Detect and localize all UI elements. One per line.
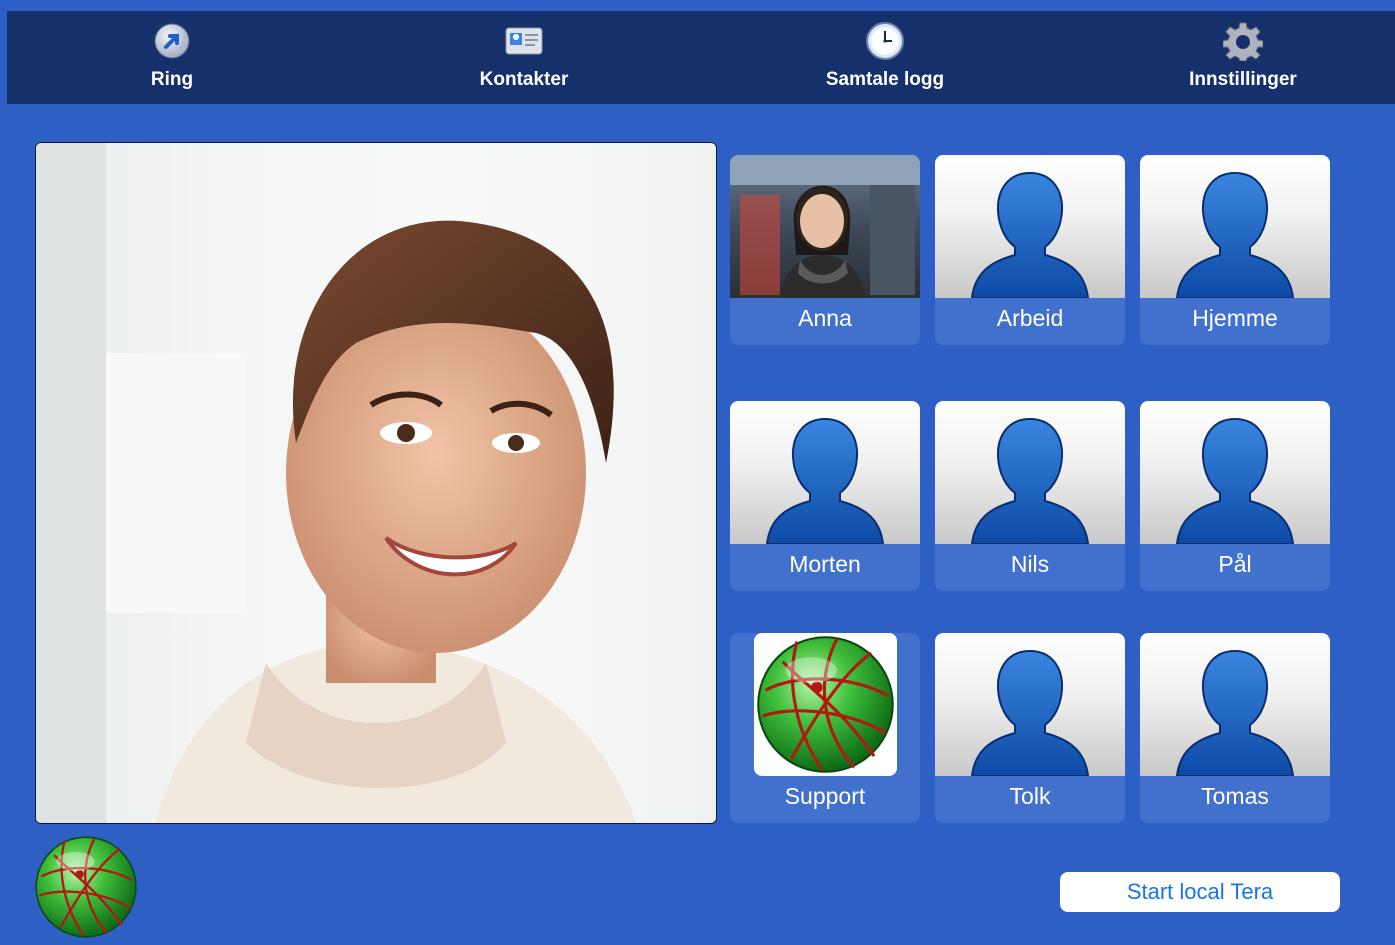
tab-samtale-logg[interactable]: Samtale logg — [775, 11, 995, 104]
contact-name: Arbeid — [996, 305, 1064, 331]
contact-tile-pal[interactable]: Pål — [1140, 401, 1330, 591]
contact-photo — [730, 155, 920, 298]
remote-caller-image — [36, 143, 636, 823]
contact-tile-hjemme[interactable]: Hjemme — [1140, 155, 1330, 345]
person-silhouette-icon — [935, 155, 1125, 298]
clock-icon — [865, 21, 905, 61]
person-silhouette-icon — [935, 401, 1125, 544]
person-silhouette-icon — [730, 401, 920, 544]
contact-tile-nils[interactable]: Nils — [935, 401, 1125, 591]
tab-samtale-logg-label: Samtale logg — [825, 69, 945, 90]
contact-name: Nils — [1010, 551, 1050, 577]
contact-name: Support — [784, 783, 866, 809]
tab-ring-label: Ring — [150, 69, 194, 90]
contact-name: Pål — [1218, 551, 1252, 577]
contact-name: Anna — [798, 305, 852, 331]
person-silhouette-icon — [1140, 633, 1330, 776]
app-globe-logo-icon[interactable] — [33, 834, 139, 940]
contact-name: Morten — [789, 551, 861, 577]
contact-name: Hjemme — [1192, 305, 1278, 331]
tab-innstillinger[interactable]: Innstillinger — [1133, 11, 1353, 104]
contact-tile-tolk[interactable]: Tolk — [935, 633, 1125, 823]
contact-tile-morten[interactable]: Morten — [730, 401, 920, 591]
remote-video-feed — [35, 142, 717, 824]
contact-name: Tomas — [1201, 783, 1269, 809]
contact-name: Tolk — [1009, 783, 1051, 809]
call-arrow-icon — [152, 21, 192, 61]
person-silhouette-icon — [1140, 155, 1330, 298]
top-navigation-bar: Ring Kontakter Samtale logg Innstillinge… — [7, 11, 1395, 104]
gear-icon — [1223, 21, 1263, 61]
contact-tile-anna[interactable]: Anna — [730, 155, 920, 345]
tab-kontakter[interactable]: Kontakter — [414, 11, 634, 104]
start-local-tera-button[interactable]: Start local Tera — [1060, 872, 1340, 912]
contacts-card-icon — [504, 21, 544, 61]
contact-tile-arbeid[interactable]: Arbeid — [935, 155, 1125, 345]
support-globe-icon — [754, 633, 897, 776]
person-silhouette-icon — [935, 633, 1125, 776]
contact-tile-support[interactable]: Support — [730, 633, 920, 823]
tab-ring[interactable]: Ring — [62, 11, 282, 104]
person-silhouette-icon — [1140, 401, 1330, 544]
contact-tile-tomas[interactable]: Tomas — [1140, 633, 1330, 823]
tab-innstillinger-label: Innstillinger — [1189, 69, 1297, 90]
tab-kontakter-label: Kontakter — [479, 69, 569, 90]
